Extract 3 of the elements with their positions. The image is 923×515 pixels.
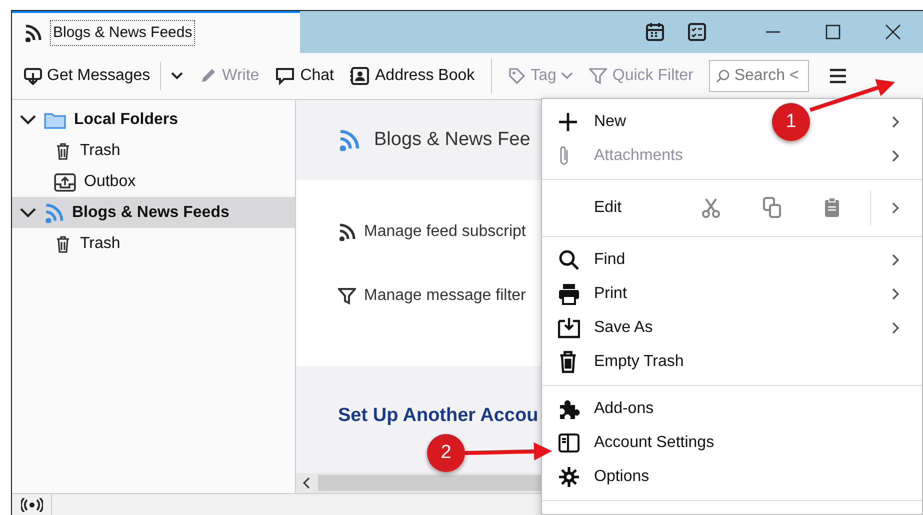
- account-title: Blogs & News Fee: [374, 128, 530, 152]
- section-heading: Set Up Another Accou: [338, 404, 538, 428]
- tab-title: Blogs & News Feeds: [50, 20, 196, 46]
